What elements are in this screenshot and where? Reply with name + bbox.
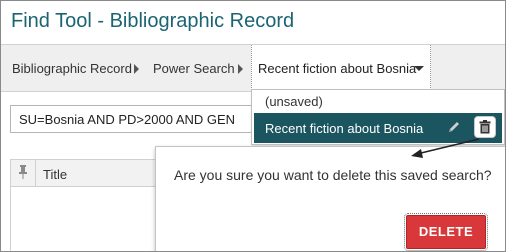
dropdown-option-selected[interactable]: Recent fiction about Bosnia xyxy=(254,113,502,143)
pin-column-header[interactable] xyxy=(11,160,36,186)
trash-icon xyxy=(479,120,491,134)
pin-icon xyxy=(19,165,27,179)
delete-button[interactable]: DELETE xyxy=(404,213,488,251)
breadcrumb-current-search[interactable]: Recent fiction about Bosnia xyxy=(258,61,416,76)
window-title: Find Tool - Bibliographic Record xyxy=(11,10,295,32)
dropdown-option-label: Recent fiction about Bosnia xyxy=(265,121,424,136)
pencil-icon[interactable] xyxy=(447,120,461,134)
column-header-title[interactable]: Title xyxy=(43,167,67,182)
find-tool-window: Find Tool - Bibliographic Record Bibliog… xyxy=(0,0,506,252)
confirm-message: Are you sure you want to delete this sav… xyxy=(174,167,492,183)
delete-confirmation-popup: Are you sure you want to delete this sav… xyxy=(155,146,505,251)
delete-saved-search-button[interactable] xyxy=(474,116,496,138)
saved-search-dropdown: (unsaved) Recent fiction about Bosnia xyxy=(251,89,505,145)
search-query-input[interactable]: SU=Bosnia AND PD>2000 AND GEN xyxy=(10,105,280,133)
caret-down-icon[interactable] xyxy=(414,66,424,71)
chevron-right-icon xyxy=(134,64,139,74)
chevron-right-icon xyxy=(238,64,243,74)
breadcrumb-item-power-search[interactable]: Power Search xyxy=(153,61,235,76)
dropdown-option-unsaved[interactable]: (unsaved) xyxy=(265,94,323,109)
title-bar: Find Tool - Bibliographic Record xyxy=(1,1,505,43)
breadcrumb: Bibliographic Record Power Search Recent… xyxy=(1,44,505,92)
breadcrumb-item-bibliographic-record[interactable]: Bibliographic Record xyxy=(12,61,132,76)
